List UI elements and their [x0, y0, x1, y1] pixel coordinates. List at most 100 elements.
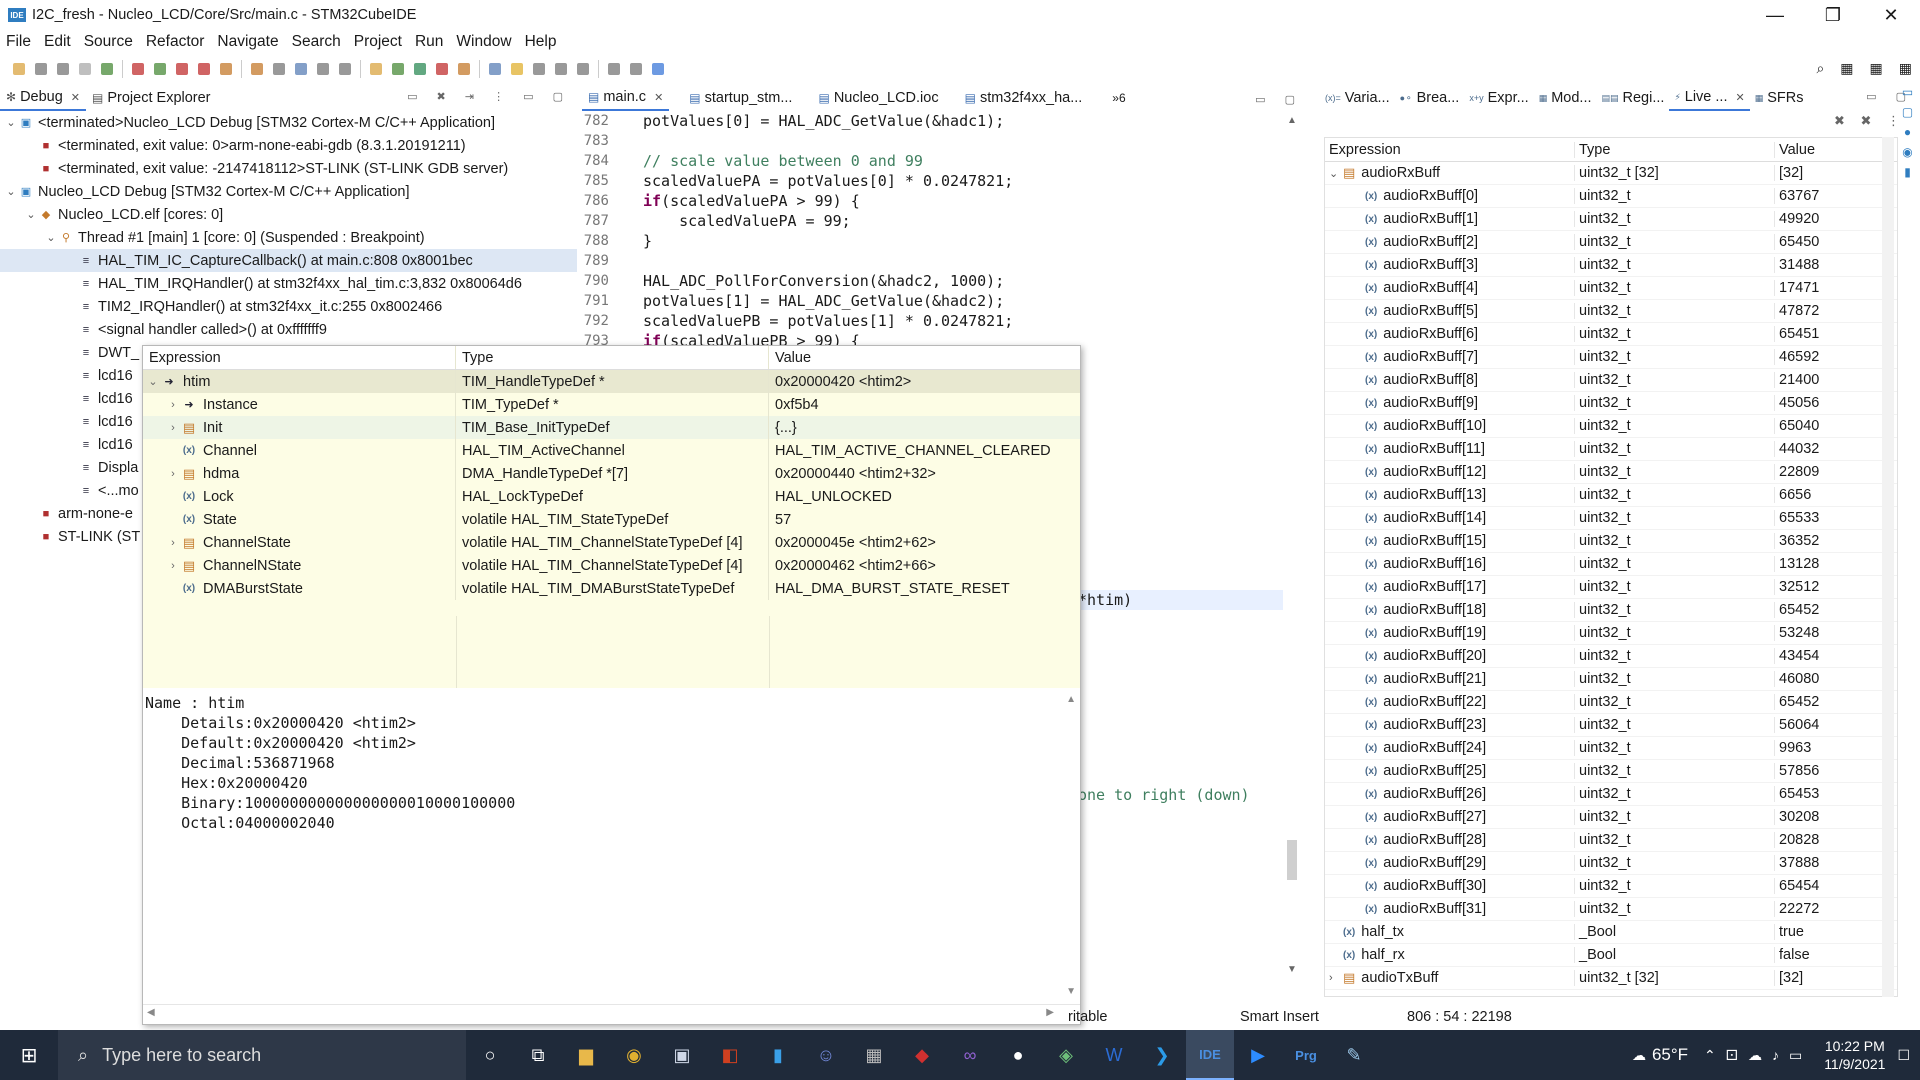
toolbar-button-icon[interactable] [154, 63, 166, 75]
code-area[interactable]: 782 potValues[0] = HAL_ADC_GetValue(&hadc… [578, 111, 1283, 351]
network-icon[interactable]: ⚀ [1726, 1047, 1738, 1064]
toolbar-button-icon[interactable] [511, 63, 523, 75]
notification-icon[interactable]: ☐ [1897, 1047, 1910, 1064]
expression-row[interactable]: (x) audioRxBuff[27] uint32_t 30208 [1325, 806, 1897, 829]
editor-tab[interactable]: ▤ startup_stm... [683, 85, 798, 111]
zoom-icon[interactable]: ▶ [1234, 1030, 1282, 1080]
expression-row[interactable]: (x) audioRxBuff[30] uint32_t 65454 [1325, 875, 1897, 898]
breakpoint-icon[interactable]: ● [1904, 125, 1911, 139]
column-header[interactable]: Type [1575, 141, 1775, 158]
toolbar-button-icon[interactable] [630, 63, 642, 75]
expression-row[interactable]: (x) audioRxBuff[17] uint32_t 32512 [1325, 576, 1897, 599]
volume-icon[interactable]: ♪ [1772, 1047, 1779, 1063]
tab-debug[interactable]: ✻ Debug ✕ [0, 85, 87, 111]
right-tab[interactable]: ▦ Mod... [1534, 85, 1597, 111]
hover-row[interactable]: ⌄ ➜ htim TIM_HandleTypeDef * 0x20000420 <hti… [143, 370, 1080, 393]
column-header[interactable]: Type [456, 346, 769, 369]
windows-start-icon[interactable]: ⊞ [0, 1043, 58, 1068]
hover-row[interactable]: (x) Lock HAL_LockTypeDef HAL_UNLOCKED [143, 485, 1080, 508]
expression-row[interactable]: (x) audioRxBuff[10] uint32_t 65040 [1325, 415, 1897, 438]
menu-item-refactor[interactable]: Refactor [146, 33, 205, 51]
expressions-icon[interactable]: ◉ [1902, 145, 1912, 159]
toolbar-button-icon[interactable] [132, 63, 144, 75]
close-icon[interactable]: ✕ [71, 91, 80, 104]
toolbar-button-icon[interactable] [295, 63, 307, 75]
toolbar-button-icon[interactable] [251, 63, 263, 75]
clock[interactable]: 10:22 PM 11/9/2021 [1824, 1037, 1885, 1073]
debug-tree-row[interactable]: ■ <terminated, exit value: -2147418112>ST… [0, 157, 577, 180]
right-tab[interactable]: ▤▤ Regi... [1597, 85, 1670, 111]
vscode-icon[interactable]: ❯ [1138, 1030, 1186, 1080]
minimize-icon[interactable]: ▭ [1902, 85, 1913, 99]
menu-item-search[interactable]: Search [292, 33, 341, 51]
perspective-icon[interactable]: ▦ [1840, 60, 1853, 77]
right-tab[interactable]: ▦ SFRs [1750, 85, 1809, 111]
expression-row[interactable]: (x) audioRxBuff[25] uint32_t 57856 [1325, 760, 1897, 783]
expression-row[interactable]: (x) audioRxBuff[23] uint32_t 56064 [1325, 714, 1897, 737]
menu-item-file[interactable]: File [6, 33, 31, 51]
toolbar-button-icon[interactable] [101, 63, 113, 75]
debug-tree-row[interactable]: ■ <terminated, exit value: 0>arm-none-eab… [0, 134, 577, 157]
battery-icon[interactable]: ▭ [1789, 1047, 1802, 1064]
expression-row[interactable]: (x) audioRxBuff[7] uint32_t 46592 [1325, 346, 1897, 369]
scroll-down-icon[interactable]: ▼ [1287, 964, 1297, 975]
expression-row[interactable]: (x) audioRxBuff[18] uint32_t 65452 [1325, 599, 1897, 622]
editor-minmax[interactable]: ▭ ▢ [1255, 93, 1303, 106]
expressions-scrollbar[interactable] [1882, 137, 1894, 997]
chevron-right-icon[interactable]: › [165, 537, 181, 549]
weather-icon[interactable]: ☁ [1632, 1047, 1646, 1064]
debug-tree-row[interactable]: ≡ HAL_TIM_IC_CaptureCallback() at main.c:… [0, 249, 577, 272]
expression-row[interactable]: (x) audioRxBuff[9] uint32_t 45056 [1325, 392, 1897, 415]
right-tab[interactable]: ●⚬ Brea... [1395, 85, 1465, 111]
menu-item-source[interactable]: Source [84, 33, 133, 51]
chevron-down-icon[interactable]: ⌄ [24, 208, 38, 221]
toolbar-button-icon[interactable] [458, 63, 470, 75]
tab-project-explorer[interactable]: ▤ Project Explorer [86, 85, 217, 111]
search-icon[interactable]: ⌕ [1816, 60, 1824, 77]
debug-tree-row[interactable]: ⌄ ▣ Nucleo_LCD Debug [STM32 Cortex-M C/C++… [0, 180, 577, 203]
close-icon[interactable]: ✕ [1735, 91, 1744, 104]
toolbar-button-icon[interactable] [414, 63, 426, 75]
chevron-up-icon[interactable]: ⌃ [1704, 1047, 1716, 1064]
weather-temp[interactable]: 65°F [1652, 1045, 1688, 1065]
hover-row[interactable]: › ▤ Init TIM_Base_InitTypeDef {...} [143, 416, 1080, 439]
expression-row[interactable]: (x) audioRxBuff[2] uint32_t 65450 [1325, 231, 1897, 254]
menu-item-project[interactable]: Project [354, 33, 402, 51]
expression-row[interactable]: (x) audioRxBuff[1] uint32_t 49920 [1325, 208, 1897, 231]
hover-row[interactable]: › ▤ hdma DMA_HandleTypeDef *[7] 0x20000440 <… [143, 462, 1080, 485]
expression-row[interactable]: (x) audioRxBuff[29] uint32_t 37888 [1325, 852, 1897, 875]
toolbar-button-icon[interactable] [273, 63, 285, 75]
right-tab[interactable]: x+y Expr... [1464, 85, 1533, 111]
expression-row[interactable]: (x) audioRxBuff[5] uint32_t 47872 [1325, 300, 1897, 323]
toolbar-button-icon[interactable] [533, 63, 545, 75]
maximize-icon[interactable]: ❐ [1804, 5, 1862, 26]
hover-row[interactable]: (x) State volatile HAL_TIM_StateTypeDef 57 [143, 508, 1080, 531]
expression-row[interactable]: (x) audioRxBuff[6] uint32_t 65451 [1325, 323, 1897, 346]
toolbar-button-icon[interactable] [436, 63, 448, 75]
expression-row[interactable]: (x) audioRxBuff[4] uint32_t 17471 [1325, 277, 1897, 300]
toolbar-button-icon[interactable] [317, 63, 329, 75]
chevron-right-icon[interactable]: › [165, 422, 181, 434]
expression-row[interactable]: (x) audioRxBuff[28] uint32_t 20828 [1325, 829, 1897, 852]
menu-item-edit[interactable]: Edit [44, 33, 71, 51]
restore-icon[interactable]: ▢ [1902, 105, 1913, 119]
hover-row[interactable]: (x) DMABurstState volatile HAL_TIM_DMABurs… [143, 577, 1080, 600]
menu-item-help[interactable]: Help [525, 33, 557, 51]
hover-row[interactable]: (x) Channel HAL_TIM_ActiveChannel HAL_TIM_A… [143, 439, 1080, 462]
debug-tree-row[interactable]: ⌄ ▣ <terminated>Nucleo_LCD Debug [STM32 Co… [0, 111, 577, 134]
minimize-icon[interactable]: — [1746, 5, 1804, 26]
taskbar-search[interactable]: ⌕ Type here to search [58, 1030, 466, 1080]
chevron-right-icon[interactable]: › [165, 560, 181, 572]
hover-row[interactable]: › ▤ ChannelState volatile HAL_TIM_ChannelSt… [143, 531, 1080, 554]
debug-tree-row[interactable]: ≡ <signal handler called>() at 0xfffffff9 [0, 318, 577, 341]
chrome-icon[interactable]: ◉ [610, 1030, 658, 1080]
word-icon[interactable]: W [1090, 1030, 1138, 1080]
editor-tab[interactable]: ▤ Nucleo_LCD.ioc [812, 85, 944, 111]
chevron-down-icon[interactable]: ⌄ [145, 375, 161, 388]
editor-tab[interactable]: ▤ main.c ✕ [582, 85, 670, 111]
menu-item-window[interactable]: Window [456, 33, 511, 51]
column-header[interactable]: Value [769, 346, 1080, 369]
expression-row[interactable]: (x) audioRxBuff[15] uint32_t 36352 [1325, 530, 1897, 553]
expression-row[interactable]: (x) audioRxBuff[19] uint32_t 53248 [1325, 622, 1897, 645]
expression-row[interactable]: (x) audioRxBuff[21] uint32_t 46080 [1325, 668, 1897, 691]
